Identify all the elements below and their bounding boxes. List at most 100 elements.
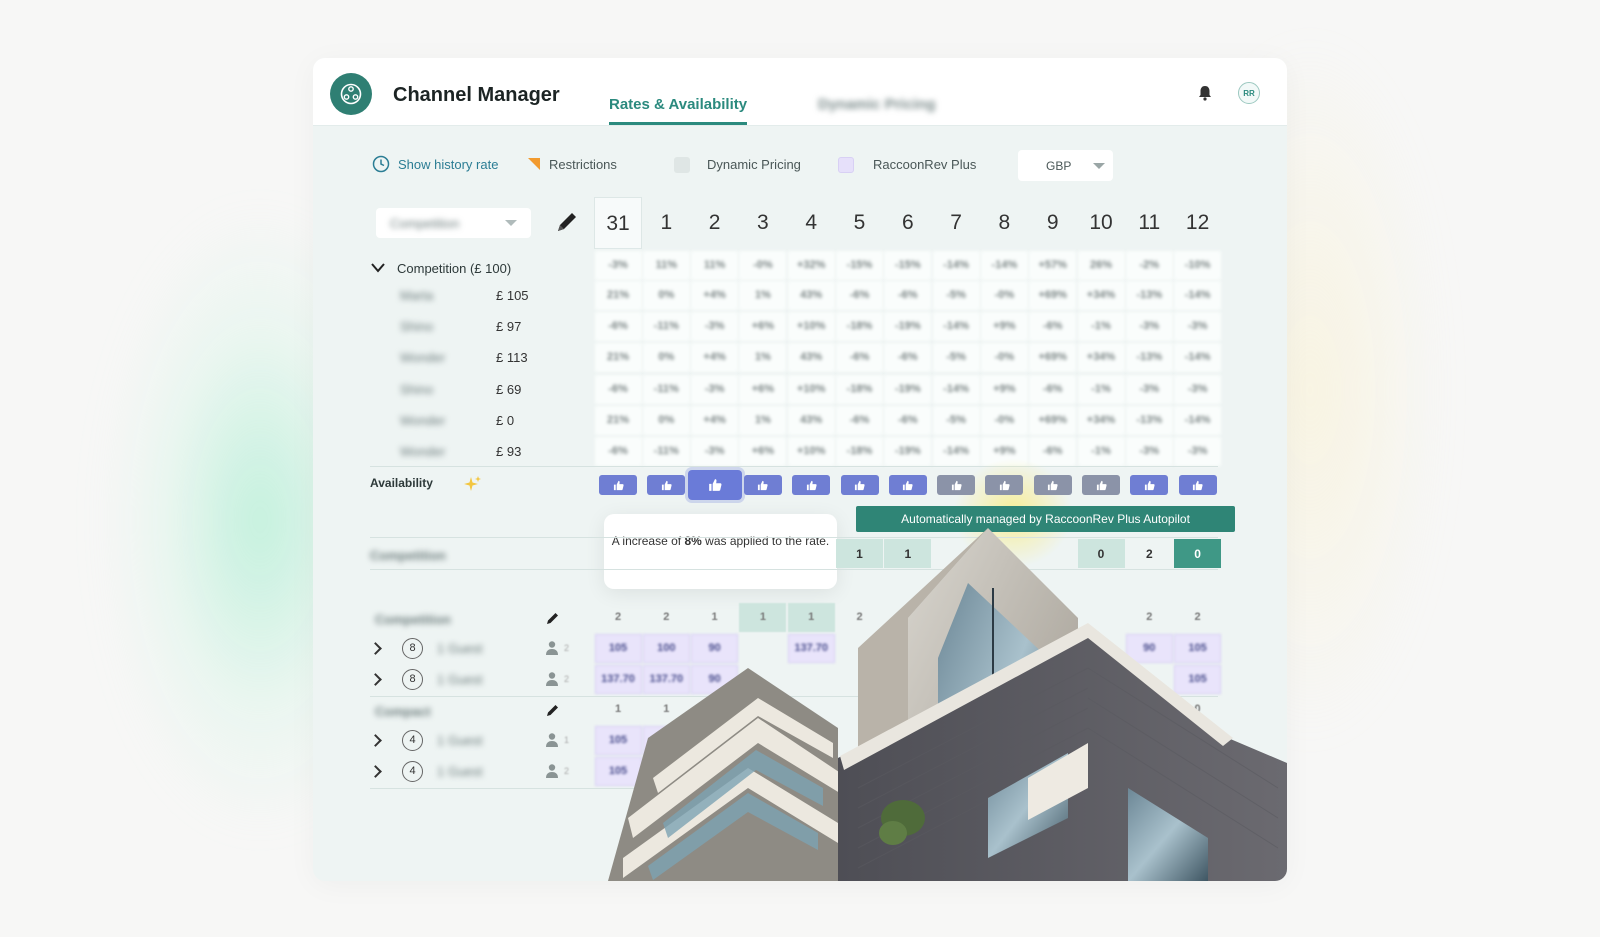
chevron-right-icon[interactable] [369,673,382,686]
competitor-diff-cell: +4% [691,343,739,373]
competitor-diff-cell: -18% [836,437,883,466]
competitor-diff-cell: -14% [932,437,980,466]
chevron-down-icon[interactable] [371,263,385,273]
currency-select[interactable]: GBP [1018,150,1113,181]
competitor-diff-cell: -3% [1174,437,1222,466]
competition-summary-cell: -2% [1125,251,1173,280]
user-avatar[interactable]: RR [1238,82,1260,104]
room-count-badge: 8 [402,669,423,690]
competitor-diff-cell: -6% [594,374,642,404]
guest-count: 2 [564,766,570,776]
sparkle-icon [464,476,481,491]
competitor-diff-cell: -3% [691,374,739,404]
guest-capacity [544,762,562,780]
competitor-diff-cell: -13% [1125,405,1173,435]
pencil-icon[interactable] [545,610,561,626]
competition-summary-cell: -14% [932,251,980,280]
competitor-diff-cell: 1% [739,343,787,373]
competitor-diff-cell: -3% [1174,312,1222,342]
day-header-11: 11 [1138,211,1161,234]
edit-section-button[interactable] [545,610,561,631]
competitor-diff-cell: -1% [1077,312,1125,342]
competitor-diff-cell: -6% [594,312,642,342]
tab-dynamic-pricing[interactable]: Dynamic Pricing [818,96,936,113]
show-history-rate-link[interactable]: Show history rate [398,157,498,172]
channel-manager-window: Channel Manager Rates & Availability Dyn… [313,58,1287,881]
competitor-diff-cell: -14% [932,374,980,404]
competition-summary-cell: +32% [787,251,835,280]
competitor-diff-cell: -0% [980,343,1028,373]
competitor-diff-cell: +4% [691,405,739,435]
pencil-icon[interactable] [553,208,581,236]
competitor-diff-cell: -6% [1029,374,1077,404]
competitor-diff-cell: -3% [1125,437,1173,466]
dynamic-pricing-swatch [674,157,690,173]
app-header: Channel Manager Rates & Availability Dyn… [313,58,1287,126]
competitor-name: Wonder [400,412,446,428]
day-header-3: 3 [757,211,769,234]
competitor-name: Wonder [400,444,446,459]
availability-label: Availability [370,476,433,490]
bell-icon[interactable] [1195,83,1215,103]
competitor-diff-cell: +69% [1029,281,1077,310]
competition-summary-cell: -3% [594,251,642,280]
competitor-diff-cell: -5% [932,281,980,310]
room-count-badge: 4 [402,761,423,782]
competitor-diff-cell: 1% [739,281,787,310]
competitor-diff-cell: -11% [642,374,690,404]
competition-summary-cell: 11% [691,251,739,280]
room-name: 1 Guest [437,672,483,687]
pencil-icon[interactable] [545,702,561,718]
competition-summary-cell: +57% [1029,251,1077,280]
guest-capacity [544,639,562,657]
competitor-diff-cell: -6% [836,343,883,373]
competitor-diff-cell: +34% [1077,343,1125,373]
room-section-label: Competition [375,612,451,627]
competition-summary-cell: -14% [980,251,1028,280]
edit-section-button[interactable] [545,702,561,723]
day-header-9: 9 [1046,211,1059,234]
competitor-diff-cell: 43% [787,405,835,435]
day-header-8: 8 [998,211,1011,234]
filter-value: Competition [390,216,460,231]
competitor-diff-cell: +69% [1029,343,1077,373]
day-header-7: 7 [950,211,962,234]
guest-count: 2 [564,674,570,684]
building-photo [608,528,1287,881]
chevron-down-icon [505,220,517,226]
competition-summary-cell: -15% [884,251,932,280]
competitor-diff-cell: -0% [980,281,1028,310]
app-logo[interactable] [330,73,372,115]
competitor-diff-cell: 21% [594,281,642,310]
competitor-diff-cell: -5% [932,343,980,373]
tab-rates-availability[interactable]: Rates & Availability [609,96,748,125]
rates-toolbar: Show history rate Restrictions Dynamic P… [313,148,1287,182]
competitor-diff-cell: 1% [739,405,787,435]
competitor-name: Marta [400,288,434,303]
day-header-1: 1 [660,211,673,234]
competitor-diff-cell: -6% [836,281,883,310]
competitor-diff-cell: -18% [836,312,883,342]
competition-summary-cell: 11% [642,251,690,280]
filter-select[interactable]: Competition [376,208,531,238]
day-header-5: 5 [853,211,866,234]
competitor-diff-cell: 0% [642,405,690,435]
competitor-name: Shino [400,381,434,397]
person-icon [546,764,558,778]
competitor-diff-cell: +9% [980,374,1028,404]
chevron-right-icon[interactable] [369,642,382,655]
competitor-diff-cell: -3% [691,312,739,342]
raccoonrev-plus-swatch [838,157,854,173]
day-header-4: 4 [805,211,818,234]
competition-row2-label: Competition [370,548,446,563]
dynamic-pricing-legend: Dynamic Pricing [707,157,801,172]
divider [370,466,1218,467]
competitor-price: £ 97 [496,319,522,335]
competitor-diff-cell: +6% [739,312,787,342]
chevron-right-icon[interactable] [369,734,382,747]
competitor-price: £ 0 [496,412,515,428]
competitor-diff-cell: -13% [1125,281,1173,310]
person-icon [546,672,558,686]
chevron-right-icon[interactable] [369,765,382,778]
competitor-price: £ 69 [496,381,522,397]
